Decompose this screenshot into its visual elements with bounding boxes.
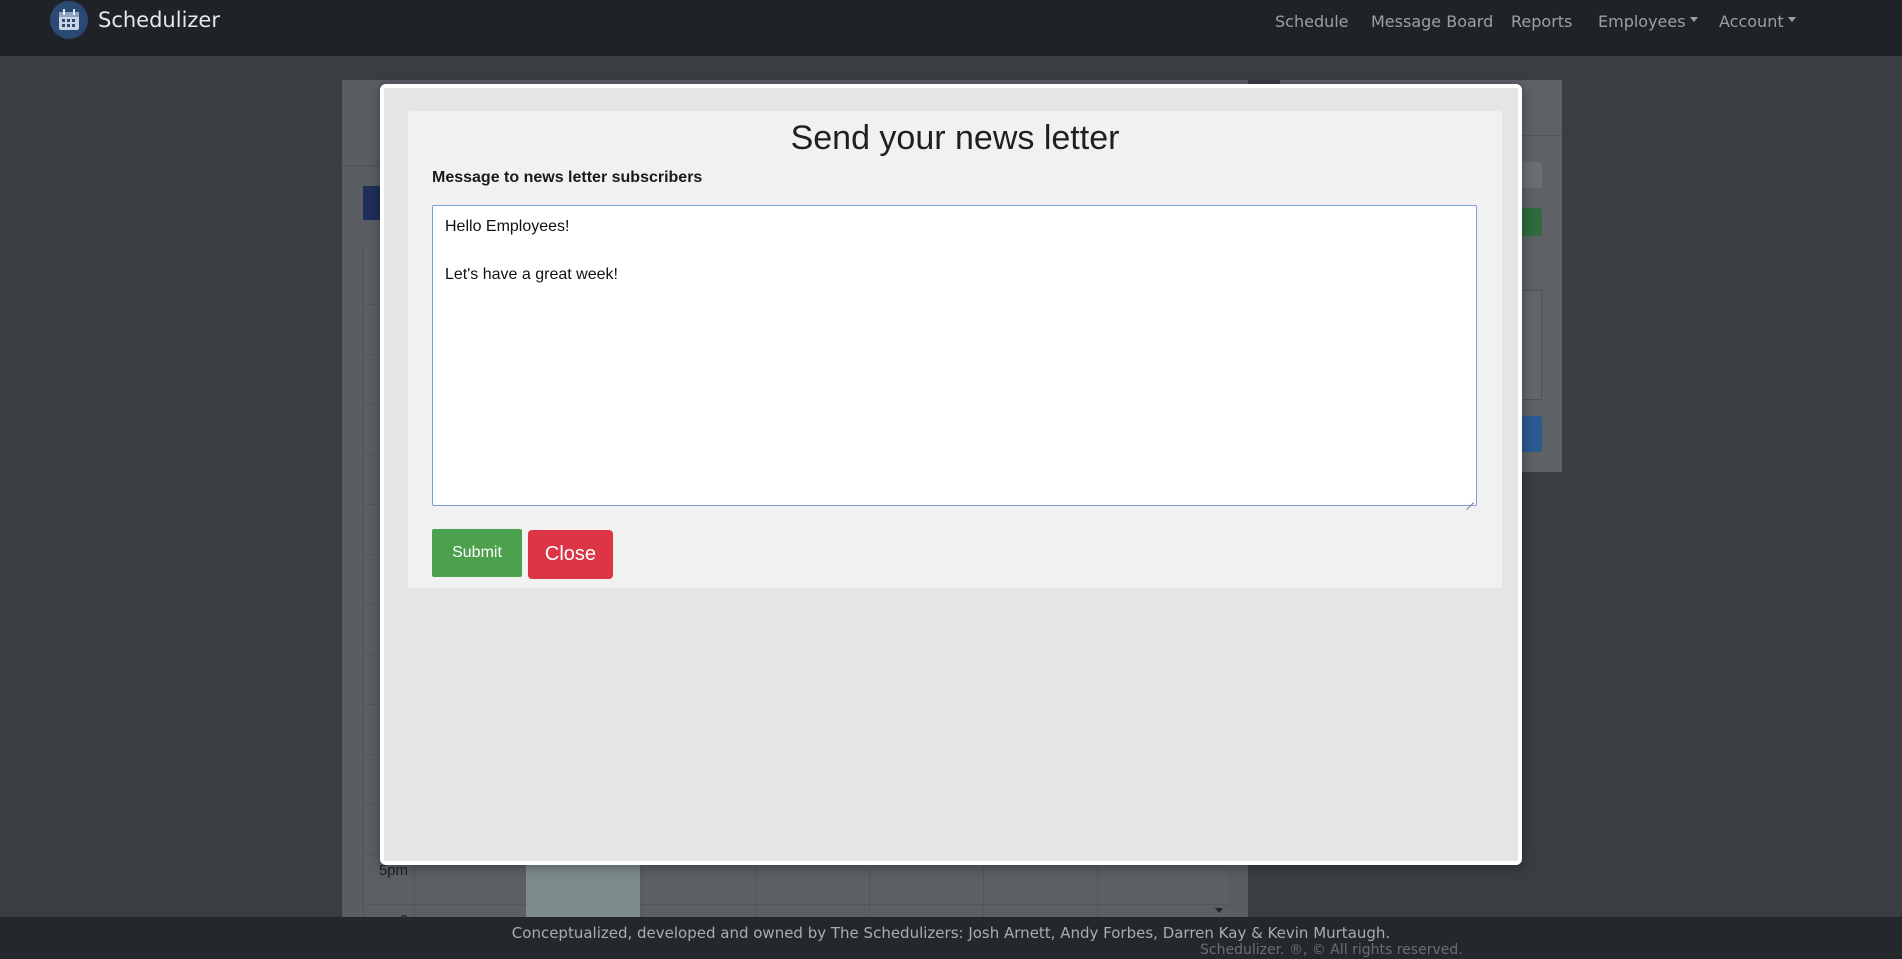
chevron-down-icon [1689,17,1698,22]
nav-reports[interactable]: Reports [1511,12,1572,31]
newsletter-form: Send your news letter Message to news le… [408,111,1502,588]
nav-schedule[interactable]: Schedule [1275,12,1349,31]
edit-icon[interactable] [1520,162,1542,188]
newsletter-modal: Send your news letter Message to news le… [380,84,1522,865]
brand-name: Schedulizer [98,8,220,32]
calendar-icon [50,1,88,39]
brand[interactable]: Schedulizer [50,1,220,39]
nav-employees-dropdown[interactable]: Employees [1598,12,1698,31]
nav-account-label: Account [1719,12,1784,31]
chevron-down-icon [1787,17,1796,22]
newsletter-message-textarea[interactable]: Hello Employees! Let's have a great week… [432,205,1477,506]
scroll-down-arrow-icon[interactable] [1215,908,1223,913]
grid-line [364,904,1229,905]
footer-credits: Conceptualized, developed and owned by T… [511,924,1391,942]
top-navbar: Schedulizer Schedule Message Board Repor… [0,0,1902,56]
resize-handle-icon[interactable] [1466,495,1474,503]
modal-title: Send your news letter [790,119,1120,157]
nav-account-dropdown[interactable]: Account [1719,12,1796,31]
footer-copyright: Schedulizer. ®, © All rights reserved. [1200,942,1463,958]
nav-employees-label: Employees [1598,12,1686,31]
submit-button[interactable]: Submit [432,529,522,577]
close-button[interactable]: Close [528,530,613,579]
shift-block[interactable] [526,864,640,921]
message-label: Message to news letter subscribers [432,169,703,186]
nav-message-board[interactable]: Message Board [1371,12,1493,31]
